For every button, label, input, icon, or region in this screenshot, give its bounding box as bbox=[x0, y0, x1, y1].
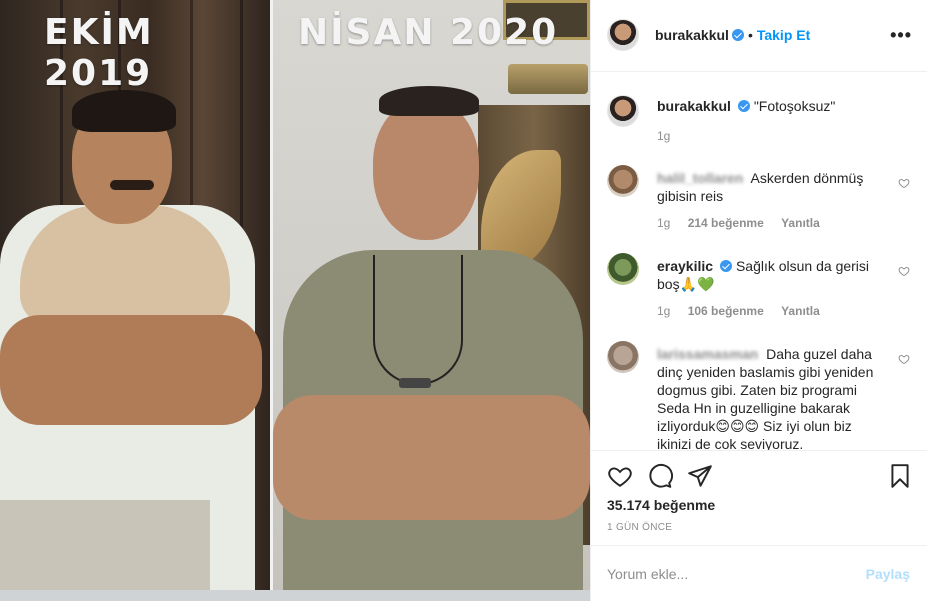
like-heart-icon[interactable] bbox=[607, 463, 633, 489]
comments-list[interactable]: burakakkul "Fotoşoksuz" 1g halil_tollare… bbox=[591, 73, 927, 450]
comment-avatar[interactable] bbox=[607, 165, 639, 197]
caption-after: NİSAN 2020 bbox=[298, 12, 559, 53]
comment-time[interactable]: 1g bbox=[657, 304, 670, 318]
post-comment-button[interactable]: Paylaş bbox=[866, 566, 910, 582]
like-comment-heart-icon[interactable] bbox=[898, 265, 910, 277]
verified-badge-icon bbox=[720, 260, 733, 272]
like-comment-heart-icon[interactable] bbox=[898, 177, 910, 189]
comment-likes[interactable]: 214 beğenme bbox=[688, 216, 764, 230]
caption-username[interactable]: burakakkul bbox=[657, 98, 731, 114]
author-avatar[interactable] bbox=[607, 19, 639, 51]
comment-username[interactable]: eraykilic bbox=[657, 258, 713, 274]
verified-badge-icon bbox=[731, 29, 744, 41]
save-bookmark-icon[interactable] bbox=[887, 463, 913, 489]
more-horizontal-icon[interactable]: ••• bbox=[890, 25, 912, 46]
caption-avatar[interactable] bbox=[607, 95, 639, 127]
follow-button[interactable]: Takip Et bbox=[757, 27, 810, 43]
comment-username[interactable]: larissamasman bbox=[657, 346, 758, 362]
like-count[interactable]: 35.174 beğenme bbox=[607, 497, 715, 513]
author-line: burakakkul • Takip Et bbox=[655, 27, 810, 43]
author-username[interactable]: burakakkul bbox=[655, 27, 729, 43]
comment-input[interactable] bbox=[607, 563, 857, 585]
post-timestamp[interactable]: 1 GÜN ÖNCE bbox=[607, 522, 672, 533]
verified-badge-icon bbox=[737, 100, 750, 112]
post-sidebar: burakakkul • Takip Et ••• burakakkul "Foto… bbox=[590, 0, 927, 601]
reply-button[interactable]: Yanıtla bbox=[781, 304, 820, 318]
like-comment-heart-icon[interactable] bbox=[898, 353, 910, 365]
comment-avatar[interactable] bbox=[607, 253, 639, 285]
comment-item: halil_tollaren Askerden dönmüş gibisin r… bbox=[607, 165, 912, 235]
add-comment-bar: Paylaş bbox=[591, 545, 927, 601]
comment-likes[interactable]: 106 beğenme bbox=[688, 304, 764, 318]
post-actions: 35.174 beğenme 1 GÜN ÖNCE bbox=[591, 450, 927, 545]
comment-avatar[interactable] bbox=[607, 341, 639, 373]
caption-text: "Fotoşoksuz" bbox=[753, 98, 836, 114]
caption-before: EKİM 2019 bbox=[44, 12, 154, 94]
comment-item: eraykilic Sağlık olsun da gerisi boş🙏💚 1… bbox=[607, 253, 912, 323]
instagram-post: EKİM 2019 NİSAN 2020 burakakkul • Takip … bbox=[0, 0, 927, 601]
post-header: burakakkul • Takip Et ••• bbox=[591, 0, 927, 72]
photo-bottom-strip bbox=[0, 590, 590, 601]
caption-time[interactable]: 1g bbox=[657, 129, 670, 143]
share-paper-plane-icon[interactable] bbox=[687, 463, 713, 489]
post-photo[interactable]: EKİM 2019 NİSAN 2020 bbox=[0, 0, 590, 601]
separator-dot: • bbox=[747, 27, 753, 43]
comment-item: larissamasman Daha guzel daha dinç yenid… bbox=[607, 341, 912, 450]
person-after bbox=[273, 0, 590, 590]
comment-username[interactable]: halil_tollaren bbox=[657, 170, 743, 186]
reply-button[interactable]: Yanıtla bbox=[781, 216, 820, 230]
comment-time[interactable]: 1g bbox=[657, 216, 670, 230]
photo-panel-before: EKİM 2019 bbox=[0, 0, 270, 590]
photo-panel-after: NİSAN 2020 bbox=[273, 0, 590, 590]
comment-bubble-icon[interactable] bbox=[647, 463, 673, 489]
post-caption: burakakkul "Fotoşoksuz" 1g bbox=[607, 95, 912, 155]
